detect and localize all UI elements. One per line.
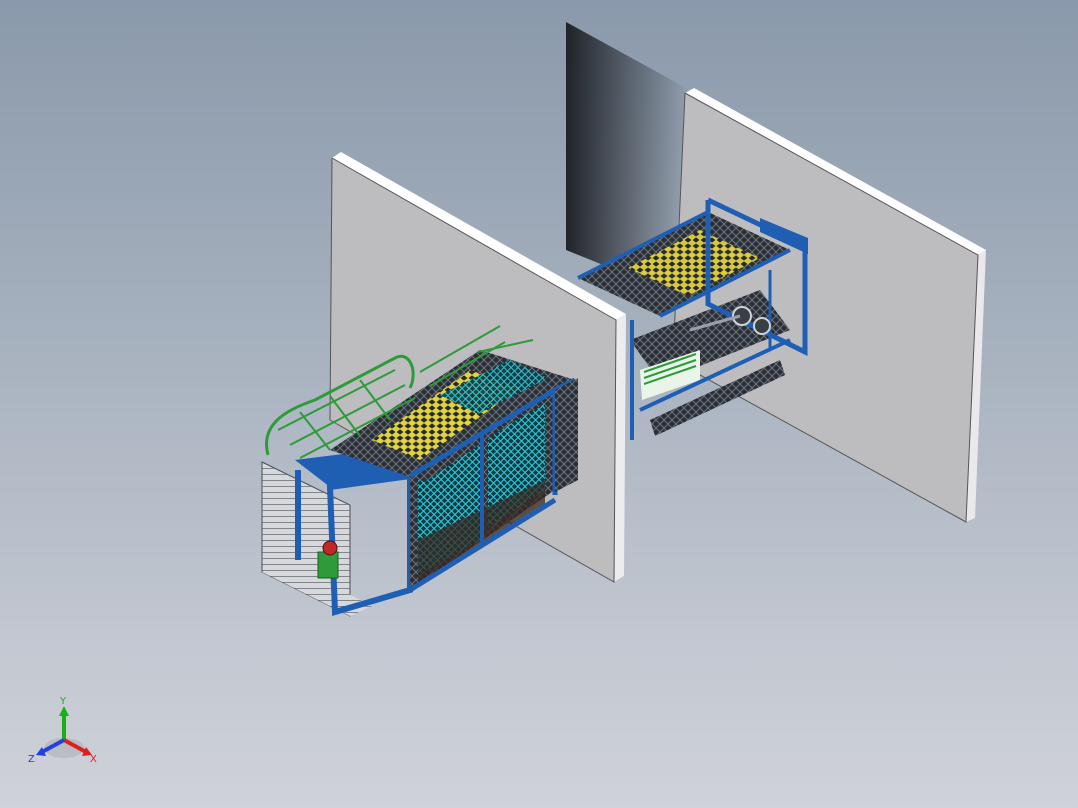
x-axis-label: X — [90, 754, 97, 765]
right-wall — [672, 88, 986, 523]
y-axis-label: Y — [59, 696, 67, 707]
assembly-model[interactable] — [0, 0, 1078, 808]
z-axis-label: Z — [28, 754, 35, 765]
cad-viewport[interactable]: Y X Z — [0, 0, 1078, 808]
axis-triad[interactable]: Y X Z — [28, 694, 104, 770]
